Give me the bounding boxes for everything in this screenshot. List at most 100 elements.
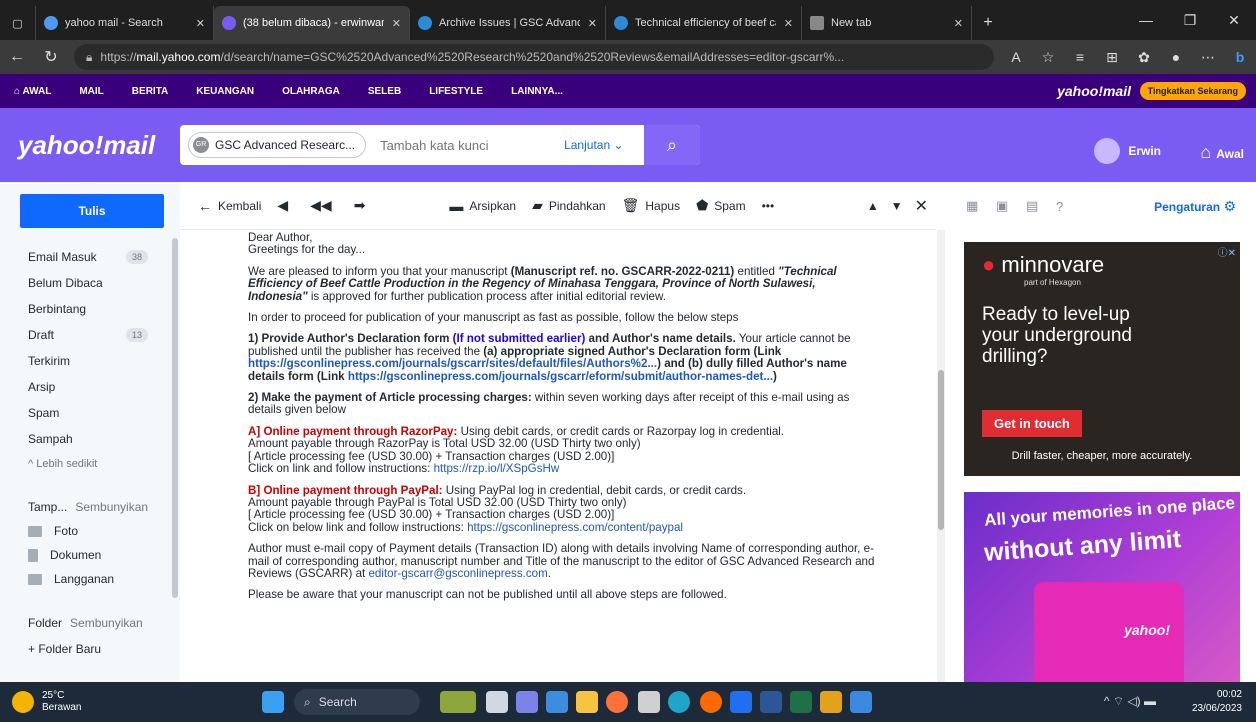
- close-window-icon[interactable]: ✕: [1212, 12, 1256, 29]
- sidebar-item-subscriptions[interactable]: Langganan: [28, 572, 148, 586]
- more-menu-icon[interactable]: ⋯: [1192, 49, 1224, 66]
- url-field[interactable]: 🔒︎ https://mail.yahoo.com/d/search/name=…: [74, 44, 994, 70]
- reply-button[interactable]: ◀: [277, 197, 294, 214]
- teams-chat-icon[interactable]: [516, 691, 538, 713]
- store-icon[interactable]: [546, 691, 568, 713]
- next-message-button[interactable]: ▼: [891, 199, 903, 213]
- sidebar-item-trash[interactable]: Sampah: [28, 432, 148, 446]
- close-tab-icon[interactable]: ✕: [196, 17, 205, 30]
- nav-lifestyle[interactable]: LIFESTYLE: [429, 86, 483, 97]
- sidebar-item-starred[interactable]: Berbintang: [28, 302, 148, 316]
- calendar-icon[interactable]: ▣: [996, 198, 1026, 214]
- nav-mail[interactable]: MAIL: [79, 86, 103, 97]
- close-tab-icon[interactable]: ✕: [954, 17, 963, 30]
- razorpay-link[interactable]: https://rzp.io/l/XSpGsHw: [434, 462, 560, 475]
- task-view-icon[interactable]: [486, 691, 508, 713]
- hide-views-link[interactable]: Sembunyikan: [75, 500, 148, 514]
- file-explorer-icon[interactable]: [576, 691, 598, 713]
- minimize-icon[interactable]: —: [1124, 12, 1168, 28]
- show-less-toggle[interactable]: ^ Lebih sedikit: [28, 458, 148, 470]
- taskbar-search[interactable]: ⌕ Search: [294, 689, 420, 715]
- tab-yahoo-search[interactable]: yahoo mail - Search ✕: [36, 6, 214, 40]
- search-button[interactable]: ⌕: [644, 125, 700, 165]
- help-icon[interactable]: ?: [1056, 199, 1086, 214]
- scrollbar-thumb[interactable]: [938, 370, 944, 530]
- weather-widget[interactable]: 25°C Berawan: [12, 690, 81, 714]
- app-icon[interactable]: [638, 691, 660, 713]
- notepad-icon[interactable]: ▤: [1026, 198, 1056, 214]
- close-tab-icon[interactable]: ✕: [784, 17, 793, 30]
- app-orange-icon[interactable]: [700, 691, 722, 713]
- extensions-icon[interactable]: ✿: [1128, 49, 1160, 66]
- previous-message-button[interactable]: ▲: [867, 199, 879, 213]
- yahoo-storage-ad[interactable]: All your memories in one place without a…: [964, 492, 1240, 682]
- spam-button[interactable]: ⬟ Spam: [696, 197, 746, 214]
- tab-actions-icon[interactable]: ▢: [0, 6, 36, 40]
- editor-email-link[interactable]: editor-gscarr@gsconlinepress.com: [368, 567, 547, 580]
- edge-icon[interactable]: [668, 691, 690, 713]
- sidebar-item-photos[interactable]: Foto: [28, 524, 148, 538]
- forward-button[interactable]: ➡: [354, 197, 372, 214]
- paypal-link[interactable]: https://gsconlinepress.com/content/paypa…: [467, 521, 683, 534]
- new-tab-icon[interactable]: +: [972, 6, 1004, 40]
- message-scrollbar[interactable]: [937, 230, 945, 682]
- sidebar-item-archive[interactable]: Arsip: [28, 380, 148, 394]
- tab-new-tab[interactable]: New tab ✕: [802, 6, 972, 40]
- nav-olahraga[interactable]: OLAHRAGA: [282, 86, 340, 97]
- back-arrow-icon[interactable]: ←: [0, 48, 34, 66]
- app-grid-icon[interactable]: [820, 691, 842, 713]
- nav-keuangan[interactable]: KEUANGAN: [196, 86, 254, 97]
- contacts-icon[interactable]: ▦: [966, 198, 996, 214]
- sidebar-item-documents[interactable]: Dokumen: [28, 548, 148, 562]
- refresh-icon[interactable]: ↻: [34, 47, 68, 67]
- home-link[interactable]: ⌂ Awal: [1200, 142, 1244, 163]
- reply-all-button[interactable]: ◀◀: [310, 197, 338, 214]
- search-input[interactable]: [380, 137, 551, 153]
- ad-choices-icon[interactable]: ⓘ✕: [1218, 244, 1236, 259]
- more-actions-button[interactable]: •••: [762, 199, 775, 213]
- dropbox-icon[interactable]: [730, 691, 752, 713]
- widgets-icon[interactable]: [440, 691, 476, 713]
- favorite-star-icon[interactable]: ☆: [1032, 49, 1064, 66]
- bing-icon[interactable]: b: [1224, 49, 1256, 65]
- clock[interactable]: 00:02 23/06/2023: [1192, 688, 1242, 716]
- sidebar-item-spam[interactable]: Spam: [28, 406, 148, 420]
- sidebar-item-drafts[interactable]: Draft 13: [28, 328, 148, 342]
- move-button[interactable]: ▰ Pindahkan: [532, 197, 606, 214]
- tab-technical-efficiency[interactable]: Technical efficiency of beef ca ✕: [606, 6, 802, 40]
- collections-icon[interactable]: ⊞: [1096, 49, 1128, 66]
- get-in-touch-button[interactable]: Get in touch: [982, 410, 1082, 437]
- settings-button[interactable]: Pengaturan ⚙: [1154, 198, 1236, 215]
- author-names-form-link[interactable]: https://gsconlinepress.com/journals/gsca…: [348, 370, 773, 383]
- user-menu[interactable]: Erwin: [1094, 138, 1161, 164]
- archive-button[interactable]: ▬ Arsipkan: [449, 198, 516, 214]
- nav-seleb[interactable]: SELEB: [368, 86, 401, 97]
- read-aloud-icon[interactable]: A: [1000, 49, 1032, 65]
- compose-button[interactable]: Tulis: [20, 194, 164, 228]
- declaration-form-link[interactable]: https://gsconlinepress.com/journals/gsca…: [248, 357, 657, 370]
- search-filter-pill[interactable]: GR GSC Advanced Researc...: [188, 132, 367, 158]
- upgrade-button[interactable]: Tingkatkan Sekarang: [1139, 82, 1246, 100]
- word-icon[interactable]: [760, 691, 782, 713]
- profile-icon[interactable]: ●: [1160, 49, 1192, 65]
- tab-archive-issues[interactable]: Archive Issues | GSC Advance ✕: [410, 6, 606, 40]
- delete-button[interactable]: 🗑︎ Hapus: [622, 197, 680, 214]
- tab-yahoo-mail[interactable]: (38 belum dibaca) - erwinwan ✕: [214, 6, 410, 40]
- new-folder-button[interactable]: + Folder Baru: [28, 642, 148, 656]
- nav-lainnya[interactable]: LAINNYA...: [511, 86, 563, 97]
- sidebar-item-sent[interactable]: Terkirim: [28, 354, 148, 368]
- photos-icon[interactable]: [850, 691, 872, 713]
- close-tab-icon[interactable]: ✕: [392, 17, 401, 30]
- sidebar-scrollbar[interactable]: [172, 238, 178, 598]
- favorites-icon[interactable]: ≡: [1064, 49, 1096, 65]
- sidebar-item-inbox[interactable]: Email Masuk 38: [28, 250, 148, 264]
- restore-icon[interactable]: ❐: [1168, 12, 1212, 29]
- back-button[interactable]: ← Kembali: [198, 198, 261, 214]
- close-tab-icon[interactable]: ✕: [588, 17, 597, 30]
- nav-berita[interactable]: BERITA: [132, 86, 168, 97]
- excel-icon[interactable]: [790, 691, 812, 713]
- hide-folders-link[interactable]: Sembunyikan: [70, 616, 143, 630]
- minnovare-ad[interactable]: ● minnovare part of Hexagon Ready to lev…: [964, 242, 1240, 476]
- close-message-button[interactable]: ✕: [915, 196, 928, 216]
- nav-awal[interactable]: ⌂ AWAL: [14, 86, 51, 97]
